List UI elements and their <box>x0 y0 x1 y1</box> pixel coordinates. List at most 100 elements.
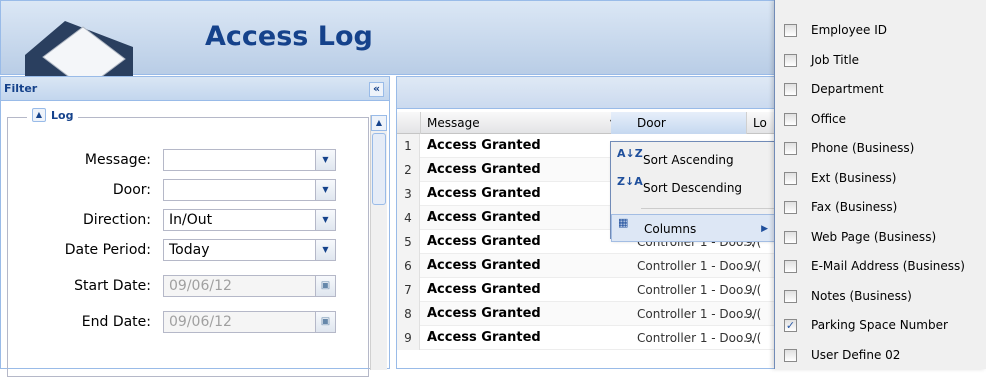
date-period-row: Date Period: Today ▼ <box>1 239 341 261</box>
checkbox[interactable] <box>784 171 797 185</box>
collapse-panel-button[interactable]: « <box>369 82 384 97</box>
column-toggle-label: Job Title <box>811 52 860 67</box>
calendar-icon[interactable]: ▣ <box>315 276 335 296</box>
location-cell: 9/( <box>745 283 762 297</box>
door-row: Door: ▼ <box>1 179 341 201</box>
date-period-value: Today <box>169 242 210 258</box>
direction-label: Direction: <box>83 212 151 228</box>
row-number: 7 <box>397 278 420 302</box>
log-fieldset-legend[interactable]: ▲ Log <box>27 108 79 122</box>
date-period-combo[interactable]: Today ▼ <box>163 239 336 261</box>
direction-row: Direction: In/Out ▼ <box>1 209 341 231</box>
filter-panel: Filter « ▲ Log ▲ Message: ▼ Door: ▼ Dire… <box>0 76 390 377</box>
column-toggle-item[interactable]: Employee ID <box>775 16 986 45</box>
column-toggle-label: Department <box>811 82 884 96</box>
start-date-label: Start Date: <box>74 278 151 294</box>
message-cell: Access Granted <box>427 258 541 273</box>
column-toggle-item[interactable]: Ext (Business) <box>775 164 986 193</box>
message-cell: Access Granted <box>427 282 541 297</box>
column-toggle-item[interactable]: Job Title <box>775 46 986 75</box>
chevron-down-icon[interactable]: ▼ <box>315 150 335 170</box>
row-number: 6 <box>397 254 420 278</box>
column-toggle-item[interactable]: User Define 02 <box>775 341 986 370</box>
end-date-label: End Date: <box>81 314 151 330</box>
column-toggle-label: Web Page (Business) <box>811 229 937 244</box>
column-toggle-label: E-Mail Address (Business) <box>811 259 965 273</box>
door-cell: Controller 1 - Doo... <box>637 331 755 345</box>
message-cell: Access Granted <box>427 234 541 249</box>
menu-item-columns[interactable]: ▦ Columns ▶ <box>611 214 779 242</box>
column-toggle-item[interactable]: Department <box>775 75 986 104</box>
door-combo[interactable]: ▼ <box>163 179 336 201</box>
menu-item-label: Sort Ascending <box>643 153 734 167</box>
column-toggle-item[interactable]: E-Mail Address (Business) <box>775 252 986 281</box>
message-cell: Access Granted <box>427 330 541 345</box>
row-number: 1 <box>397 134 420 158</box>
row-number-header <box>397 112 421 134</box>
menu-item-label: Sort Descending <box>643 181 743 195</box>
menu-item-sort-ascending[interactable]: A↓Z Sort Ascending <box>611 146 779 174</box>
end-date-field[interactable]: 09/06/12 ▣ <box>163 311 336 333</box>
filter-scrollbar[interactable]: ▲ <box>370 115 387 370</box>
row-number: 9 <box>397 326 420 350</box>
message-cell: Access Granted <box>427 162 541 177</box>
location-cell: 9/( <box>745 331 762 345</box>
column-toggle-label: Office <box>811 111 847 126</box>
column-header-door[interactable]: Door <box>611 112 747 134</box>
message-combo[interactable]: ▼ <box>163 149 336 171</box>
checkbox[interactable] <box>784 348 797 362</box>
column-header-label: Door <box>637 116 666 130</box>
location-cell: 9/( <box>745 307 762 321</box>
column-menu: A↓Z Sort Ascending Z↓A Sort Descending ▦ Colu… <box>610 141 780 242</box>
column-toggle-label: Ext (Business) <box>811 170 897 185</box>
scrollbar-thumb[interactable] <box>372 133 386 205</box>
access-card-logo <box>25 17 137 85</box>
column-toggle-item[interactable]: Fax (Business) <box>775 193 986 222</box>
checkbox[interactable] <box>784 142 797 155</box>
menu-separator <box>641 208 775 209</box>
checkbox[interactable]: ✓ <box>784 319 797 332</box>
checkbox[interactable] <box>784 201 797 214</box>
filter-panel-header: Filter « <box>1 77 389 101</box>
checkbox[interactable] <box>784 83 797 96</box>
calendar-icon[interactable]: ▣ <box>315 312 335 332</box>
checkbox[interactable] <box>784 289 797 303</box>
menu-item-sort-descending[interactable]: Z↓A Sort Descending <box>611 174 779 202</box>
sort-descending-icon: Z↓A <box>617 175 643 188</box>
row-number: 5 <box>397 230 420 254</box>
door-cell: Controller 1 - Doo... <box>637 259 755 273</box>
message-cell: Access Granted <box>427 186 541 201</box>
start-date-field[interactable]: 09/06/12 ▣ <box>163 275 336 297</box>
filter-panel-title: Filter <box>4 82 38 95</box>
column-header-message[interactable]: Message▼ <box>421 112 621 134</box>
column-toggle-item[interactable]: Phone (Business) <box>775 134 986 163</box>
collapse-up-icon[interactable]: ▲ <box>32 108 46 122</box>
chevron-down-icon[interactable]: ▼ <box>315 180 335 200</box>
chevron-down-icon[interactable]: ▼ <box>315 240 335 260</box>
end-date-value: 09/06/12 <box>169 314 232 330</box>
door-label: Door: <box>112 182 151 198</box>
sort-ascending-icon: A↓Z <box>617 147 643 160</box>
column-toggle-label: Phone (Business) <box>811 141 915 155</box>
message-cell: Access Granted <box>427 306 541 321</box>
checkbox[interactable] <box>784 260 797 273</box>
direction-value: In/Out <box>169 212 213 228</box>
column-toggle-label: Fax (Business) <box>811 200 898 214</box>
column-toggle-item[interactable]: ✓ Parking Space Number <box>775 311 986 340</box>
column-toggle-label: Parking Space Number <box>811 318 948 332</box>
column-toggle-item[interactable]: Web Page (Business) <box>775 223 986 252</box>
column-toggle-item[interactable]: Notes (Business) <box>775 282 986 311</box>
checkbox[interactable] <box>784 53 797 67</box>
chevron-down-icon[interactable]: ▼ <box>315 210 335 230</box>
column-toggle-item[interactable]: Office <box>775 105 986 134</box>
direction-combo[interactable]: In/Out ▼ <box>163 209 336 231</box>
checkbox[interactable] <box>784 112 797 126</box>
legend-label: Log <box>51 108 74 122</box>
checkbox[interactable] <box>784 24 797 37</box>
end-date-row: End Date: 09/06/12 ▣ <box>1 311 341 333</box>
scroll-up-icon[interactable]: ▲ <box>371 115 387 131</box>
checkbox[interactable] <box>784 230 797 244</box>
door-cell: Controller 1 - Doo... <box>637 307 755 321</box>
row-number: 2 <box>397 158 420 182</box>
message-label: Message: <box>84 152 151 168</box>
